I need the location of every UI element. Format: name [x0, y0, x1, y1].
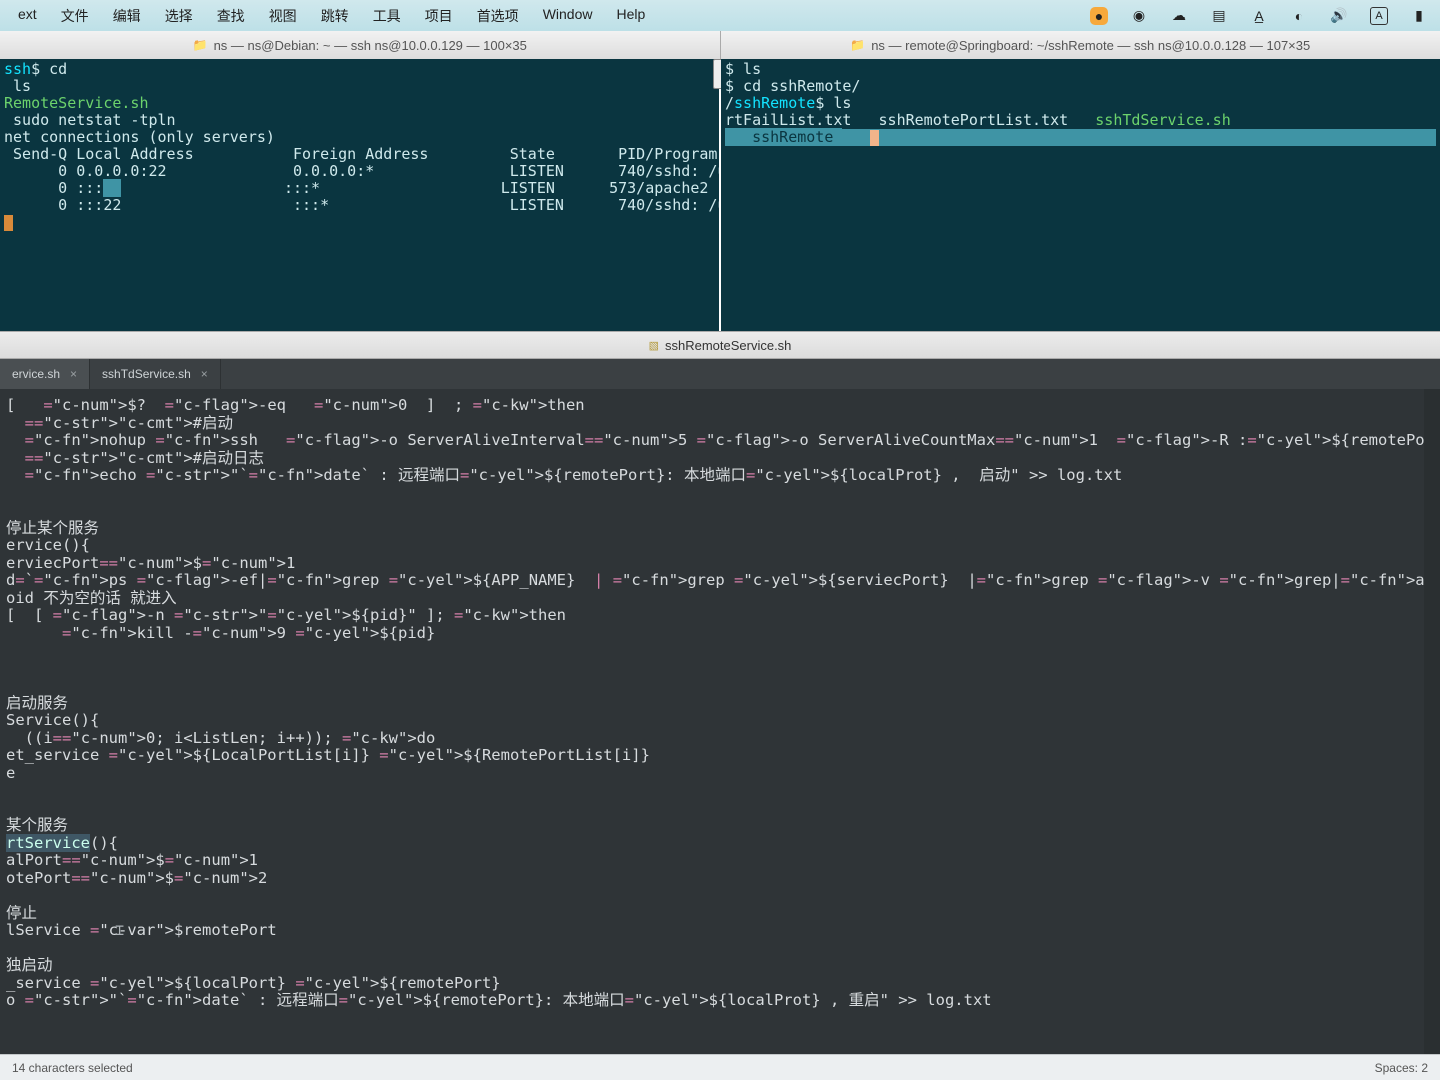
menu-item[interactable]: Help	[604, 2, 657, 30]
status-spaces[interactable]: Spaces: 2	[1375, 1061, 1428, 1075]
terminal-pane-right[interactable]: $ ls$ cd sshRemote//sshRemote$ lsrtFailL…	[721, 59, 1440, 331]
terminal-tab-title: ns — ns@Debian: ~ — ssh ns@10.0.0.129 — …	[214, 38, 527, 53]
menubar: ext 文件 编辑 选择 查找 视图 跳转 工具 项目 首选项 Window H…	[0, 0, 1440, 31]
folder-icon: 📁	[850, 38, 865, 52]
terminal-tab[interactable]: 📁 ns — remote@Springboard: ~/sshRemote —…	[721, 31, 1440, 59]
menu-item[interactable]: ext	[6, 2, 49, 30]
editor-window-title: sshRemoteService.sh	[665, 338, 791, 353]
menu-item[interactable]: 编辑	[101, 2, 153, 30]
editor-tabbar: ervice.sh × sshTdService.sh ×	[0, 359, 1440, 389]
menubar-tray: ● ◉ ☁ ▤ A̲ ◐ 🔊 A ▮	[1090, 7, 1434, 25]
menubar-left: ext 文件 编辑 选择 查找 视图 跳转 工具 项目 首选项 Window H…	[6, 2, 657, 30]
menu-item[interactable]: 工具	[361, 2, 413, 30]
menu-item[interactable]: 项目	[413, 2, 465, 30]
keyboard-icon[interactable]: A	[1370, 7, 1388, 25]
document-icon: ▧	[649, 339, 659, 352]
close-icon[interactable]: ×	[201, 367, 208, 381]
battery-icon[interactable]: ▮	[1410, 7, 1428, 25]
editor-tab[interactable]: ervice.sh ×	[0, 359, 90, 389]
editor-body[interactable]: [ ="c-num">$? ="c-flag">-eq ="c-num">0 ]…	[0, 389, 1440, 1054]
menu-item[interactable]: 视图	[257, 2, 309, 30]
folder-icon: 📁	[193, 38, 208, 52]
menu-item[interactable]: Window	[531, 2, 605, 30]
statusbar: 14 characters selected Spaces: 2	[0, 1054, 1440, 1080]
editor-tab-label: sshTdService.sh	[102, 367, 191, 381]
menu-item[interactable]: 跳转	[309, 2, 361, 30]
menu-item[interactable]: 文件	[49, 2, 101, 30]
terminal-pane-left[interactable]: ssh$ cd lsRemoteService.sh sudo netstat …	[0, 59, 719, 331]
mic-icon[interactable]: ●	[1090, 7, 1108, 25]
menu-item[interactable]: 选择	[153, 2, 205, 30]
terminal-tab[interactable]: 📁 ns — ns@Debian: ~ — ssh ns@10.0.0.129 …	[0, 31, 721, 59]
terminal-tab-title: ns — remote@Springboard: ~/sshRemote — s…	[871, 38, 1310, 53]
terminal-panes: ssh$ cd lsRemoteService.sh sudo netstat …	[0, 59, 1440, 331]
translate-icon[interactable]: ▤	[1210, 7, 1228, 25]
volume-icon[interactable]: 🔊	[1330, 7, 1348, 25]
terminal-tabbar: 📁 ns — ns@Debian: ~ — ssh ns@10.0.0.129 …	[0, 31, 1440, 59]
menu-item[interactable]: 首选项	[465, 2, 531, 30]
editor-tab-label: ervice.sh	[12, 367, 60, 381]
record-icon[interactable]: ◉	[1130, 7, 1148, 25]
clock-icon[interactable]: ◐	[1290, 7, 1308, 25]
menu-item[interactable]: 查找	[205, 2, 257, 30]
editor-tab[interactable]: sshTdService.sh ×	[90, 359, 221, 389]
status-selection: 14 characters selected	[12, 1061, 133, 1075]
close-icon[interactable]: ×	[70, 367, 77, 381]
scrollbar[interactable]	[1424, 389, 1440, 1054]
wechat-icon[interactable]: ☁	[1170, 7, 1188, 25]
editor-titlebar: ▧ sshRemoteService.sh	[0, 331, 1440, 359]
input-method-icon[interactable]: A̲	[1250, 7, 1268, 25]
